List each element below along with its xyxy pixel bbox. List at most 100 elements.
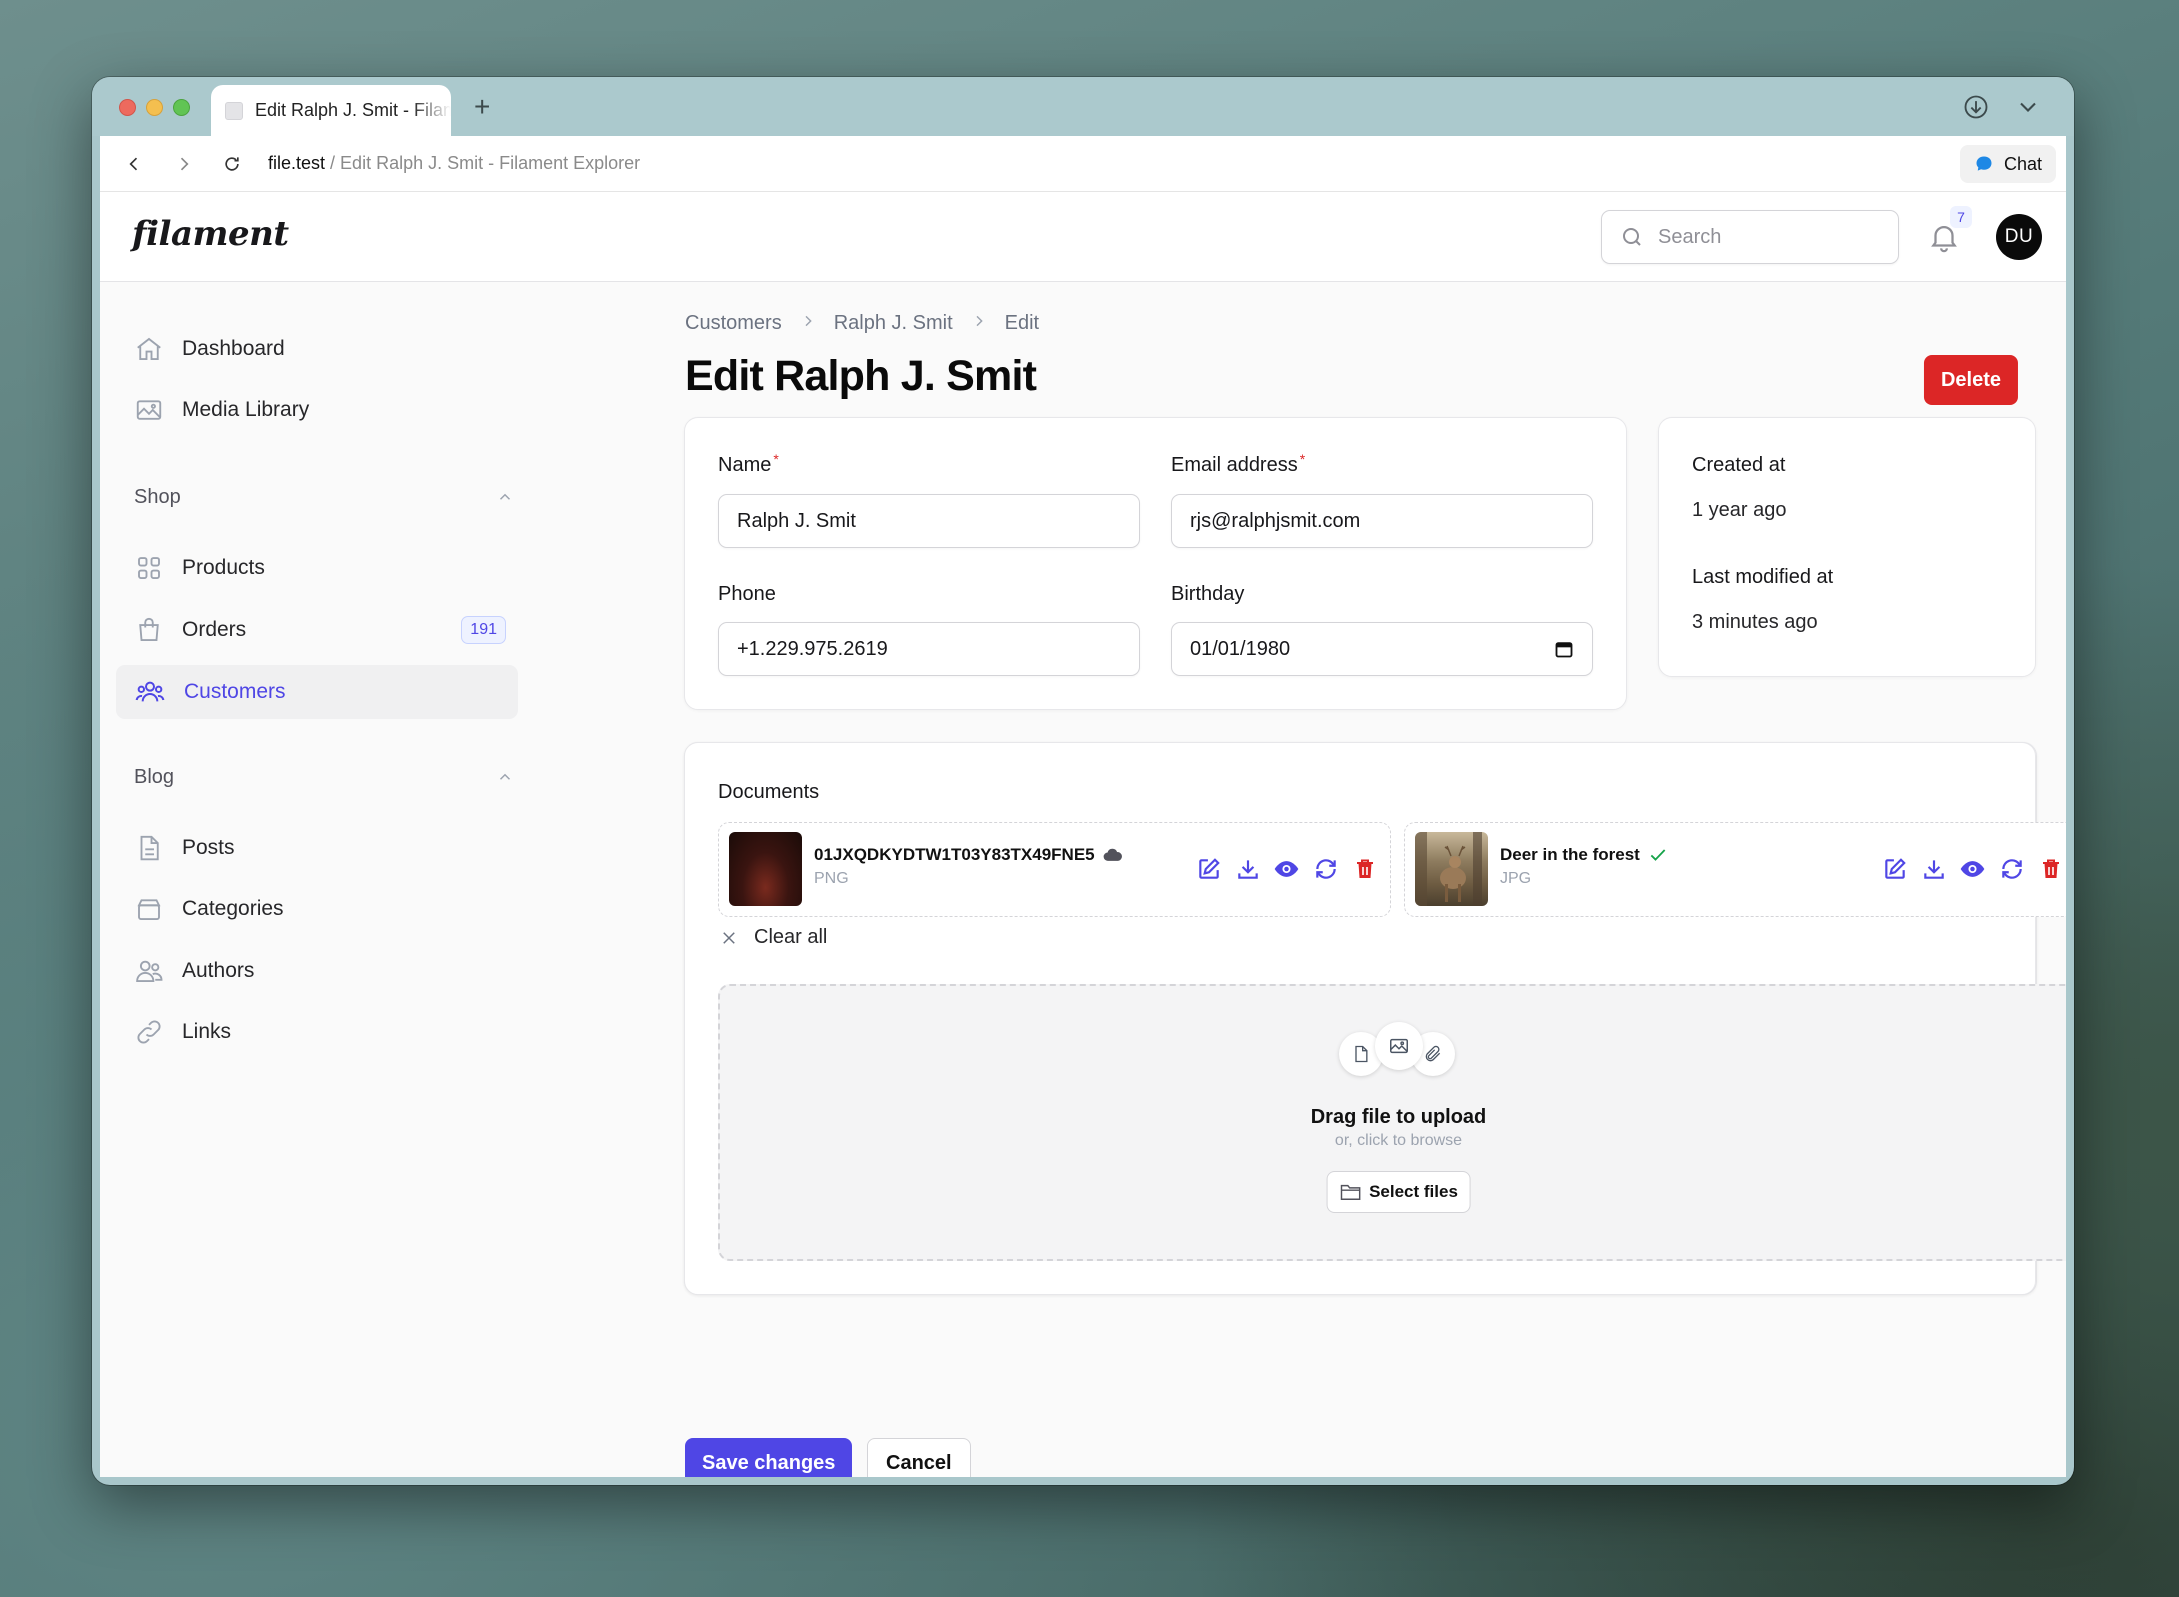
reload-icon[interactable] bbox=[218, 150, 246, 178]
chat-button[interactable]: Chat bbox=[1959, 145, 2056, 183]
sidebar-item-products[interactable]: Products bbox=[116, 541, 518, 595]
chevron-down-icon[interactable] bbox=[2014, 93, 2042, 121]
replace-icon[interactable] bbox=[1312, 855, 1339, 882]
browser-tab[interactable]: Edit Ralph J. Smit - Filament Explorer bbox=[211, 85, 451, 136]
back-icon[interactable] bbox=[120, 150, 148, 178]
download-icon[interactable] bbox=[1234, 855, 1261, 882]
sidebar-item-posts[interactable]: Posts bbox=[116, 821, 518, 875]
maximize-window-button[interactable] bbox=[173, 99, 190, 116]
sidebar-item-media-library[interactable]: Media Library bbox=[116, 383, 518, 437]
edit-icon[interactable] bbox=[1881, 855, 1908, 882]
chevron-right-icon bbox=[800, 313, 816, 334]
modified-at-value: 3 minutes ago bbox=[1692, 611, 1818, 633]
chevron-up-icon[interactable] bbox=[496, 488, 514, 506]
file-thumbnail bbox=[1415, 832, 1488, 906]
sidebar-item-customers[interactable]: Customers bbox=[116, 665, 518, 719]
forward-icon[interactable] bbox=[170, 150, 198, 178]
customer-form-card: Name * Ralph J. Smit Email address * rjs@r… bbox=[684, 417, 1627, 710]
file-item[interactable]: Deer in the forest JPG bbox=[1404, 822, 2066, 917]
dropzone-icons bbox=[1338, 1022, 1459, 1078]
filament-logo[interactable]: filament bbox=[132, 214, 289, 254]
breadcrumb: Customers Ralph J. Smit Edit bbox=[685, 312, 1039, 335]
user-group-icon bbox=[136, 960, 163, 982]
new-tab-button[interactable]: + bbox=[474, 91, 490, 123]
download-icon[interactable] bbox=[1920, 855, 1947, 882]
search-input[interactable] bbox=[1658, 225, 1858, 249]
deer-image bbox=[1415, 832, 1482, 906]
download-circle-icon[interactable] bbox=[1962, 93, 1990, 121]
app-page: filament 7 DU Dashboard Media Library Sh… bbox=[100, 192, 2066, 1477]
shopping-bag-icon bbox=[139, 617, 159, 641]
delete-button[interactable]: Delete bbox=[1923, 355, 2018, 405]
sidebar-item-authors[interactable]: Authors bbox=[116, 944, 518, 998]
trash-icon[interactable] bbox=[2037, 855, 2064, 882]
chat-bubble-icon bbox=[1976, 156, 1992, 171]
app-topbar: filament 7 DU bbox=[100, 192, 2066, 282]
birthday-label: Birthday bbox=[1171, 583, 1245, 605]
orders-count-badge: 191 bbox=[461, 616, 506, 644]
edit-icon[interactable] bbox=[1195, 855, 1222, 882]
calendar-icon[interactable] bbox=[1554, 639, 1574, 659]
close-icon bbox=[723, 931, 735, 944]
search-icon bbox=[1623, 228, 1641, 246]
select-files-button[interactable]: Select files bbox=[1326, 1171, 1471, 1213]
replace-icon[interactable] bbox=[1998, 855, 2025, 882]
created-at-label: Created at bbox=[1692, 454, 1786, 476]
created-at-value: 1 year ago bbox=[1692, 499, 1787, 521]
sidebar-item-dashboard[interactable]: Dashboard bbox=[116, 322, 518, 376]
tab-title: Edit Ralph J. Smit - Filament Explorer bbox=[255, 100, 451, 120]
global-search[interactable] bbox=[1601, 210, 1899, 264]
sidebar-item-categories[interactable]: Categories bbox=[116, 882, 518, 936]
user-avatar[interactable]: DU bbox=[1996, 214, 2042, 260]
name-field[interactable]: Ralph J. Smit bbox=[718, 494, 1140, 548]
users-icon bbox=[135, 681, 165, 702]
documents-label: Documents bbox=[718, 781, 820, 803]
modified-at-label: Last modified at bbox=[1692, 566, 1834, 588]
save-changes-button[interactable]: Save changes bbox=[685, 1438, 853, 1477]
file-type: PNG bbox=[814, 870, 849, 887]
sidebar-item-links[interactable]: Links bbox=[116, 1005, 518, 1059]
folder-icon bbox=[1340, 1184, 1360, 1200]
email-field[interactable]: rjs@ralphjsmit.com bbox=[1171, 494, 1593, 548]
file-dropzone[interactable]: Drag file to upload or, click to browse … bbox=[718, 984, 2066, 1261]
file-item[interactable]: 01JXQDKYDTW1T03Y83TX49FNE5 PNG bbox=[718, 822, 1391, 917]
phone-field[interactable]: +1.229.975.2619 bbox=[718, 622, 1140, 676]
home-icon bbox=[137, 337, 161, 360]
eye-icon[interactable] bbox=[1273, 855, 1300, 882]
tab-bar: Edit Ralph J. Smit - Filament Explorer + bbox=[92, 77, 2074, 136]
timestamps-card: Created at 1 year ago Last modified at 3… bbox=[1658, 417, 2036, 677]
link-icon bbox=[137, 1020, 161, 1044]
browser-window: Edit Ralph J. Smit - Filament Explorer +… bbox=[92, 77, 2074, 1485]
sidebar-group-shop[interactable]: Shop bbox=[134, 482, 514, 512]
image-icon bbox=[136, 400, 162, 420]
eye-icon[interactable] bbox=[1959, 855, 1986, 882]
sidebar-group-blog[interactable]: Blog bbox=[134, 762, 514, 792]
cancel-button[interactable]: Cancel bbox=[867, 1438, 971, 1477]
documents-card-inner: Documents 01JXQDKYDTW1T03Y83TX49FNE5 PNG bbox=[684, 742, 2066, 1295]
sidebar-item-orders[interactable]: Orders 191 bbox=[116, 603, 518, 657]
breadcrumb-record[interactable]: Ralph J. Smit bbox=[834, 312, 953, 335]
dropzone-subtitle: or, click to browse bbox=[1334, 1132, 1463, 1149]
page-title: Edit Ralph J. Smit bbox=[685, 352, 1037, 400]
minimize-window-button[interactable] bbox=[146, 99, 163, 116]
cloud-icon bbox=[1103, 848, 1122, 861]
breadcrumb-customers[interactable]: Customers bbox=[685, 312, 782, 335]
sidebar: Dashboard Media Library Shop Products Or… bbox=[100, 282, 540, 1477]
chevron-up-icon[interactable] bbox=[496, 768, 514, 786]
email-label: Email address * bbox=[1171, 451, 1306, 476]
document-icon bbox=[140, 835, 159, 861]
chevron-right-icon bbox=[971, 313, 987, 334]
squares-icon bbox=[138, 557, 160, 579]
trash-icon[interactable] bbox=[1351, 855, 1378, 882]
check-icon bbox=[1650, 849, 1666, 861]
phone-label: Phone bbox=[718, 583, 776, 605]
birthday-field[interactable]: 01/01/1980 bbox=[1171, 622, 1593, 676]
file-name: Deer in the forest bbox=[1500, 845, 1668, 865]
clear-all-button[interactable]: Clear all bbox=[720, 926, 827, 949]
archive-icon bbox=[137, 899, 161, 920]
file-thumbnail bbox=[729, 832, 802, 906]
breadcrumb-edit[interactable]: Edit bbox=[1005, 312, 1039, 335]
url-field[interactable]: file.test / Edit Ralph J. Smit - Filamen… bbox=[268, 153, 640, 174]
close-window-button[interactable] bbox=[119, 99, 136, 116]
address-bar: file.test / Edit Ralph J. Smit - Filamen… bbox=[100, 136, 2066, 192]
